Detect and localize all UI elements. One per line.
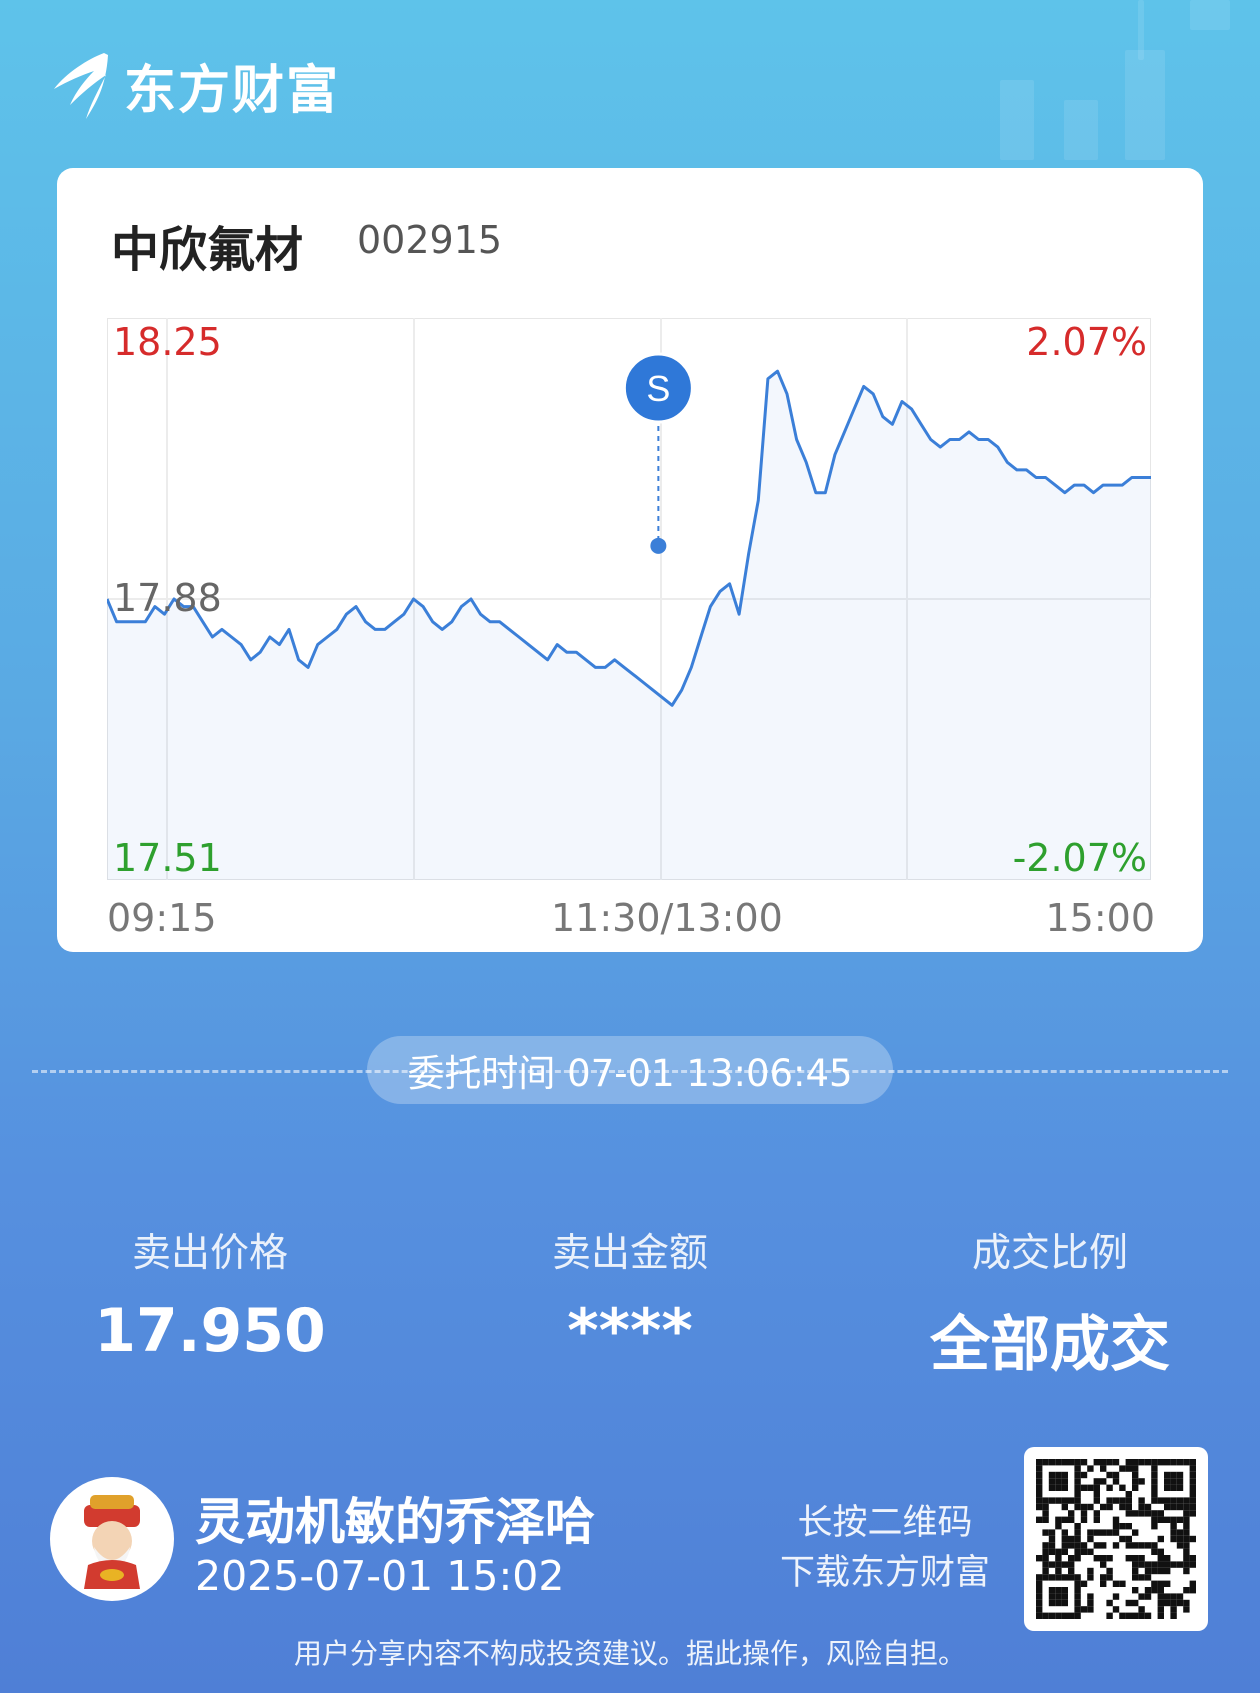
brand-logo: 东方财富 [48, 48, 340, 123]
stat-sell-amount: 卖出金额 **** [450, 1222, 810, 1366]
brand-name: 东方财富 [124, 61, 341, 121]
background-candle [1064, 100, 1098, 160]
avatar-illustration-icon [84, 1495, 140, 1589]
stat-label: 卖出金额 [551, 1231, 708, 1276]
order-time-pill: 委托时间 07-01 13:06:45 [367, 1036, 893, 1104]
y-tick-bottom: 17.51 [113, 836, 222, 880]
qr-hint-line1: 长按二维码 [797, 1503, 973, 1543]
stat-value: 17.950 [94, 1296, 326, 1366]
y-tick-top: 18.25 [113, 320, 222, 364]
background-candle [1138, 0, 1144, 60]
x-tick-open: 09:15 [107, 896, 217, 940]
background-candle [1190, 0, 1230, 30]
user-name: 灵动机敏的乔泽哈 [195, 1493, 595, 1551]
background-candle [1000, 80, 1034, 160]
brand-mark-icon [54, 52, 108, 119]
stat-fill-ratio: 成交比例 全部成交 [870, 1222, 1230, 1383]
stock-code: 002915 [357, 218, 503, 262]
stat-sell-price: 卖出价格 17.950 [30, 1222, 390, 1366]
qr-code-icon [1036, 1459, 1196, 1619]
stat-label: 成交比例 [971, 1231, 1128, 1276]
qr-hint-line2: 下载东方财富 [779, 1553, 990, 1593]
background-candle [1125, 50, 1165, 160]
stat-value: **** [567, 1296, 693, 1366]
user-avatar[interactable] [50, 1477, 174, 1601]
intraday-chart: S [107, 318, 1151, 880]
pct-tick-bottom: -2.07% [1012, 836, 1147, 880]
disclaimer: 用户分享内容不构成投资建议。据此操作，风险自担。 [293, 1637, 966, 1670]
x-tick-midday: 11:30/13:00 [551, 896, 783, 940]
y-tick-mid: 17.88 [113, 576, 222, 620]
sell-marker-label: S [646, 368, 670, 409]
stock-chart-card: 中欣氟材 002915 S 18.25 17.88 17.51 2.07% -2… [57, 168, 1203, 952]
sell-point [650, 537, 667, 554]
stat-value: 全部成交 [930, 1310, 1170, 1380]
share-time: 2025-07-01 15:02 [195, 1552, 565, 1600]
stat-label: 卖出价格 [131, 1231, 288, 1276]
stock-name: 中欣氟材 [111, 222, 304, 278]
x-tick-close: 15:00 [1045, 896, 1155, 940]
pct-tick-top: 2.07% [1026, 320, 1147, 364]
qr-code[interactable] [1024, 1447, 1208, 1631]
